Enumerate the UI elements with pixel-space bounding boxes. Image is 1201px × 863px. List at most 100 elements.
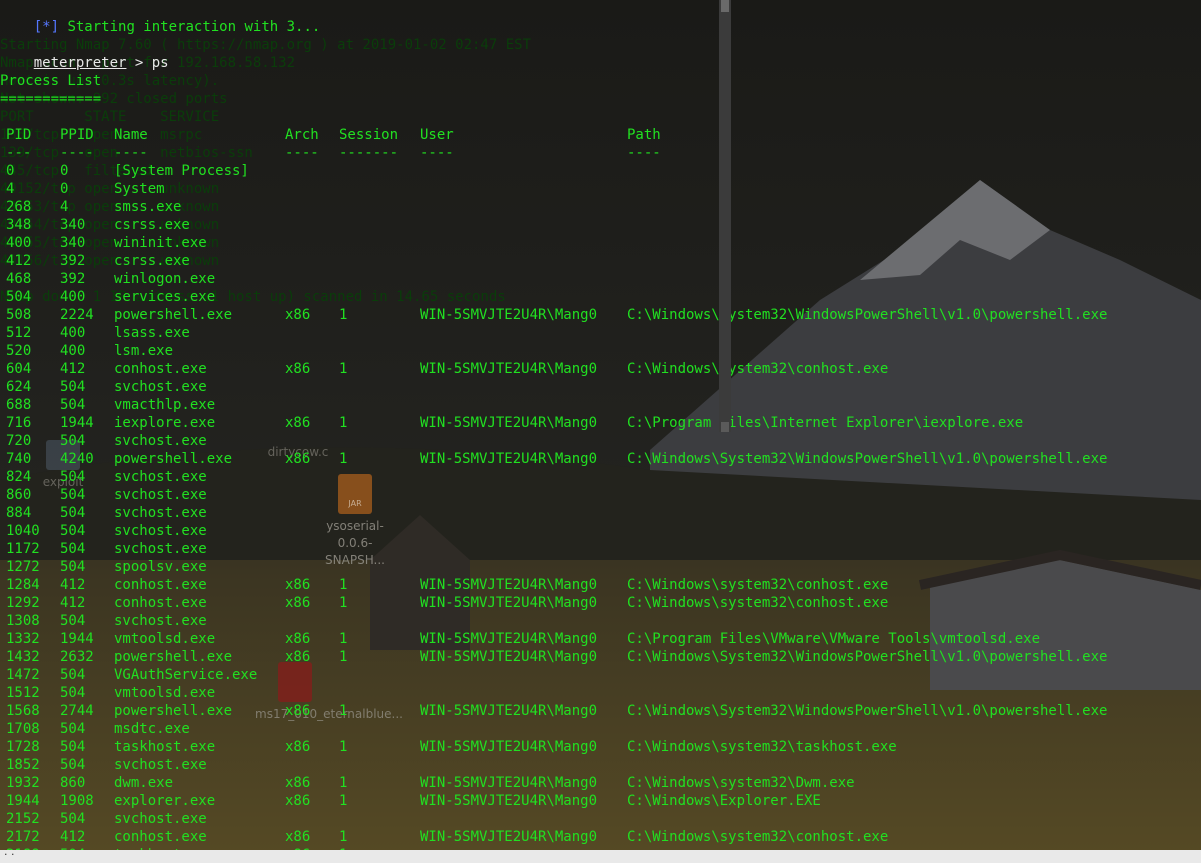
cell-ppid: 504 <box>60 721 86 737</box>
cell-path: C:\Windows\System32\WindowsPowerShell\v1… <box>627 649 1108 665</box>
cell-name: msdtc.exe <box>114 721 190 737</box>
table-row: 1512 504 vmtoolsd.exe <box>0 684 1201 702</box>
cell-arch: x86 <box>285 703 311 719</box>
cell-name: svchost.exe <box>114 487 207 503</box>
cell-pid: 884 <box>6 505 32 521</box>
cell-name: powershell.exe <box>114 451 233 467</box>
cell-path: C:\Program Files\Internet Explorer\iexpl… <box>627 415 1024 431</box>
cell-pid: 508 <box>6 307 32 323</box>
cell-arch: x86 <box>285 595 311 611</box>
cell-user: WIN-5SMVJTE2U4R\Mang0 <box>420 361 598 377</box>
cell-arch: x86 <box>285 631 311 647</box>
table-row: 2152 504 svchost.exe <box>0 810 1201 828</box>
table-row: 884 504 svchost.exe <box>0 504 1201 522</box>
table-row: 716 1944 iexplore.exe x86 1 WIN-5SMVJTE2U4R\M… <box>0 414 1201 432</box>
cell-name: System <box>114 181 165 197</box>
terminal-window[interactable]: [*] Starting interaction with 3... meter… <box>0 0 1201 850</box>
table-row: 504 400 services.exe <box>0 288 1201 306</box>
process-list-title: Process List <box>0 73 102 89</box>
cell-pid: 1292 <box>6 595 40 611</box>
cell-name: csrss.exe <box>114 253 190 269</box>
cell-path: C:\Windows\Explorer.EXE <box>627 793 821 809</box>
cell-name: svchost.exe <box>114 469 207 485</box>
cell-arch: x86 <box>285 793 311 809</box>
cell-ppid: 412 <box>60 361 86 377</box>
cell-ppid: 504 <box>60 811 86 827</box>
table-row: 1944 1908 explorer.exe x86 1 WIN-5SMVJTE2U4R\… <box>0 792 1201 810</box>
cell-pid: 468 <box>6 271 32 287</box>
cell-ppid: 412 <box>60 577 86 593</box>
cell-arch: x86 <box>285 739 311 755</box>
cell-pid: 1432 <box>6 649 40 665</box>
cell-ppid: 4240 <box>60 451 94 467</box>
cell-ppid: 392 <box>60 271 86 287</box>
rule-ppid: ---- <box>60 145 94 161</box>
cell-pid: 1568 <box>6 703 40 719</box>
header-session: Session <box>339 127 399 143</box>
cell-arch: x86 <box>285 361 311 377</box>
cell-session: 1 <box>339 595 348 611</box>
cell-path: C:\Windows\System32\WindowsPowerShell\v1… <box>627 703 1108 719</box>
table-row: 520 400 lsm.exe <box>0 342 1201 360</box>
table-row: 1308 504 svchost.exe <box>0 612 1201 630</box>
table-row: 604 412 conhost.exe x86 1 WIN-5SMVJTE2U4R\Man… <box>0 360 1201 378</box>
cell-session: 1 <box>339 577 348 593</box>
table-row: 1708 504 msdtc.exe <box>0 720 1201 738</box>
cell-name: svchost.exe <box>114 757 207 773</box>
cell-ppid: 860 <box>60 775 86 791</box>
cell-session: 1 <box>339 631 348 647</box>
cell-ppid: 504 <box>60 433 86 449</box>
cell-pid: 1308 <box>6 613 40 629</box>
cell-user: WIN-5SMVJTE2U4R\Mang0 <box>420 595 598 611</box>
cell-session: 1 <box>339 361 348 377</box>
table-row: 720 504 svchost.exe <box>0 432 1201 450</box>
header-pid: PID <box>6 127 32 143</box>
cell-user: WIN-5SMVJTE2U4R\Mang0 <box>420 793 598 809</box>
cell-arch: x86 <box>285 577 311 593</box>
cell-ppid: 400 <box>60 289 86 305</box>
terminal-scrollbar[interactable] <box>719 0 731 432</box>
cell-pid: 512 <box>6 325 32 341</box>
cell-name: wininit.exe <box>114 235 207 251</box>
table-row: 400 340 wininit.exe <box>0 234 1201 252</box>
cell-pid: 412 <box>6 253 32 269</box>
cell-name: lsass.exe <box>114 325 190 341</box>
header-arch: Arch <box>285 127 319 143</box>
cell-ppid: 2744 <box>60 703 94 719</box>
table-row: 1852 504 svchost.exe <box>0 756 1201 774</box>
table-row: 740 4240 powershell.exe x86 1 WIN-5SMVJTE2U4R… <box>0 450 1201 468</box>
cell-session: 1 <box>339 829 348 845</box>
command-text: ps <box>151 55 169 71</box>
cell-pid: 688 <box>6 397 32 413</box>
cell-ppid: 504 <box>60 487 86 503</box>
table-row: 468 392 winlogon.exe <box>0 270 1201 288</box>
cell-ppid: 1908 <box>60 793 94 809</box>
cell-name: powershell.exe <box>114 307 233 323</box>
table-row: 1568 2744 powershell.exe x86 1 WIN-5SMVJTE2U4… <box>0 702 1201 720</box>
cell-ppid: 504 <box>60 505 86 521</box>
cell-session: 1 <box>339 451 348 467</box>
cell-user: WIN-5SMVJTE2U4R\Mang0 <box>420 577 598 593</box>
table-row: 4 0 System <box>0 180 1201 198</box>
table-row: 348 340 csrss.exe <box>0 216 1201 234</box>
cell-ppid: 340 <box>60 235 86 251</box>
cell-ppid: 504 <box>60 523 86 539</box>
cell-pid: 604 <box>6 361 32 377</box>
cell-user: WIN-5SMVJTE2U4R\Mang0 <box>420 703 598 719</box>
cell-name: winlogon.exe <box>114 271 216 287</box>
cell-name: csrss.exe <box>114 217 190 233</box>
cell-user: WIN-5SMVJTE2U4R\Mang0 <box>420 451 598 467</box>
table-row: 1292 412 conhost.exe x86 1 WIN-5SMVJTE2U4R\Ma… <box>0 594 1201 612</box>
cell-arch: x86 <box>285 775 311 791</box>
cell-name: svchost.exe <box>114 613 207 629</box>
info-marker: [*] <box>33 19 60 35</box>
cell-pid: 824 <box>6 469 32 485</box>
cell-path: C:\Windows\system32\conhost.exe <box>627 829 889 845</box>
scrollbar-thumb[interactable] <box>721 0 729 12</box>
command-line[interactable]: meterpreter > ps <box>0 36 169 71</box>
table-row: 512 400 lsass.exe <box>0 324 1201 342</box>
table-row: 508 2224 powershell.exe x86 1 WIN-5SMVJTE2U4R… <box>0 306 1201 324</box>
cell-name: lsm.exe <box>114 343 174 359</box>
cell-ppid: 4 <box>60 199 69 215</box>
cell-ppid: 504 <box>60 379 86 395</box>
